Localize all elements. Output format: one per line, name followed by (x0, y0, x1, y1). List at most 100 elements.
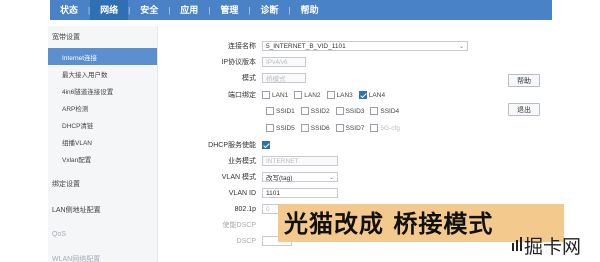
sidebar-item-internet[interactable]: Internet连接 (48, 48, 157, 65)
checkbox-box-checked[interactable] (358, 91, 367, 99)
port-ssid3-label: SSID3 (345, 107, 365, 115)
dhcp-enable-checkbox[interactable] (262, 141, 270, 149)
checkbox-box[interactable] (266, 124, 274, 132)
dscp-enable-label: 使能DSCP (222, 222, 256, 229)
top-bar: 状态 | 网络 | 安全 | 应用 | 管理 | 诊断 | 帮助 (0, 0, 600, 22)
sidebar-item-multicast-vlan[interactable]: 组播VLAN (48, 133, 157, 150)
nav-security[interactable]: 安全 (130, 0, 168, 20)
service-mode-label: 业务模式 (228, 158, 256, 165)
nav-help[interactable]: 帮助 (291, 0, 329, 20)
nav-application[interactable]: 应用 (170, 0, 208, 20)
sidebar-item-max-users[interactable]: 最大接入用户数 (48, 65, 157, 82)
port-ssid6-checkbox[interactable]: SSID6 (300, 124, 330, 132)
sidebar-item-dhcp[interactable]: DHCP清链 (48, 116, 157, 133)
port-ssid2-label: SSID2 (310, 107, 330, 115)
checkbox-box[interactable] (300, 107, 309, 115)
help-button[interactable]: 帮助 (508, 74, 540, 87)
chevron-down-icon: ⌄ (458, 43, 464, 50)
port-bind-row-1: 端口绑定 LAN1 LAN2 LAN3 LAN4 (160, 90, 391, 100)
port-5g-label: 5G-cfg (380, 124, 400, 132)
checkbox-box[interactable] (294, 91, 303, 99)
checkbox-box[interactable] (370, 107, 379, 115)
sidebar-group-bind[interactable]: 绑定设置 (48, 173, 157, 195)
checkbox-box[interactable] (370, 124, 379, 132)
sidebar: 宽带设置 Internet连接 最大接入用户数 4in6隧道连接设置 ARP检测… (48, 26, 158, 262)
p8021-value: 0 (266, 205, 270, 213)
sidebar-group-lan[interactable]: LAN侧地址配置 (48, 199, 157, 221)
ip-version-select[interactable]: IPv4/v6 (262, 57, 306, 67)
sidebar-group-wlan[interactable]: WLAN网络配置 (48, 248, 157, 262)
checkbox-box[interactable] (335, 107, 344, 115)
mode-value: 桥模式 (266, 76, 286, 83)
p8021-row: 802.1p 0 (160, 204, 292, 214)
ip-version-row: IP协议版本 IPv4/v6 (160, 57, 306, 67)
watermark-text: 掘卡网 (524, 236, 582, 258)
vlan-id-input[interactable]: 1101 (262, 188, 338, 198)
sidebar-group-qos[interactable]: QoS (48, 225, 157, 244)
nav-diagnosis[interactable]: 诊断 (250, 0, 288, 20)
dscp-enable-row: 使能DSCP (160, 220, 262, 230)
dhcp-row: DHCP服务使能 (160, 140, 272, 150)
port-bind-label: 端口绑定 (228, 92, 256, 99)
nav-network[interactable]: 网络 (90, 0, 129, 20)
service-mode-value: INTERNET (266, 157, 299, 165)
sidebar-group-broadband[interactable]: 宽带设置 (48, 26, 157, 48)
exit-button[interactable]: 退出 (508, 103, 540, 116)
checkbox-box[interactable] (266, 107, 274, 115)
overlay-banner-text: 光猫改成 桥接模式 (284, 210, 494, 238)
checkbox-box[interactable] (335, 124, 344, 132)
connection-name-label: 连接名称 (228, 43, 256, 50)
ip-version-value: IPv4/v6 (266, 58, 288, 66)
port-lan2-label: LAN2 (304, 91, 321, 99)
ip-version-label: IP协议版本 (221, 59, 256, 66)
connection-name-select[interactable]: 5_INTERNET_B_VID_1101 ⌄ (262, 41, 468, 51)
dscp-label: DSCP (236, 237, 256, 245)
dscp-row: DSCP (160, 236, 292, 246)
p8021-label: 802.1p (234, 205, 256, 213)
dhcp-label: DHCP服务使能 (208, 142, 256, 149)
port-ssid4-label: SSID4 (380, 107, 400, 115)
mode-row: 模式 桥模式 (160, 73, 306, 83)
port-ssid4-checkbox[interactable]: SSID4 (370, 107, 399, 115)
port-ssid5-label: SSID5 (276, 124, 295, 132)
port-lan1-checkbox[interactable]: LAN1 (262, 91, 288, 99)
vlan-id-value: 1101 (266, 189, 280, 197)
mode-select[interactable]: 桥模式 (262, 73, 306, 83)
port-5g-checkbox[interactable]: 5G-cfg (370, 124, 400, 132)
nav-management[interactable]: 管理 (210, 0, 248, 20)
port-ssid3-checkbox[interactable]: SSID3 (335, 107, 365, 115)
service-mode-select[interactable]: INTERNET (262, 156, 338, 166)
checkbox-box[interactable] (326, 91, 335, 99)
vlan-id-row: VLAN ID 1101 (160, 188, 338, 198)
sidebar-item-arp[interactable]: ARP检测 (48, 99, 157, 116)
port-ssid1-checkbox[interactable]: SSID1 (266, 107, 295, 115)
nav-status[interactable]: 状态 (50, 0, 88, 20)
port-ssid5-checkbox[interactable]: SSID5 (266, 124, 295, 132)
mode-label: 模式 (242, 75, 256, 82)
port-bind-row-3: SSID5 SSID6 SSID7 5G-cfg (266, 124, 406, 132)
vlan-mode-row: VLAN 模式 改写(tag) ⌄ (160, 172, 338, 182)
port-lan1-label: LAN1 (272, 91, 289, 99)
main-nav: 状态 | 网络 | 安全 | 应用 | 管理 | 诊断 | 帮助 (50, 0, 552, 20)
chevron-down-icon: ⌄ (328, 174, 334, 181)
port-lan3-checkbox[interactable]: LAN3 (326, 91, 353, 99)
sidebar-item-4in6[interactable]: 4in6隧道连接设置 (48, 82, 157, 99)
vlan-mode-value: 改写(tag) (266, 175, 293, 182)
vlan-id-label: VLAN ID (228, 189, 256, 197)
port-lan2-checkbox[interactable]: LAN2 (294, 91, 321, 99)
port-ssid6-label: SSID6 (310, 124, 330, 132)
port-ssid2-checkbox[interactable]: SSID2 (300, 107, 330, 115)
port-ssid1-label: SSID1 (276, 107, 295, 115)
sidebar-item-vxlan[interactable]: Vxlan配置 (48, 150, 157, 167)
port-lan4-checkbox[interactable]: LAN4 (358, 91, 386, 99)
port-ssid7-checkbox[interactable]: SSID7 (335, 124, 364, 132)
checkbox-box[interactable] (300, 124, 309, 132)
connection-name-row: 连接名称 5_INTERNET_B_VID_1101 ⌄ (160, 41, 468, 51)
vlan-mode-select[interactable]: 改写(tag) ⌄ (262, 172, 338, 182)
watermark-logo-icon (512, 237, 522, 251)
service-mode-row: 业务模式 INTERNET (160, 156, 338, 166)
checkbox-box[interactable] (262, 91, 270, 99)
port-lan3-label: LAN3 (336, 91, 353, 99)
vlan-mode-label: VLAN 模式 (221, 174, 256, 181)
port-lan4-label: LAN4 (368, 91, 386, 99)
